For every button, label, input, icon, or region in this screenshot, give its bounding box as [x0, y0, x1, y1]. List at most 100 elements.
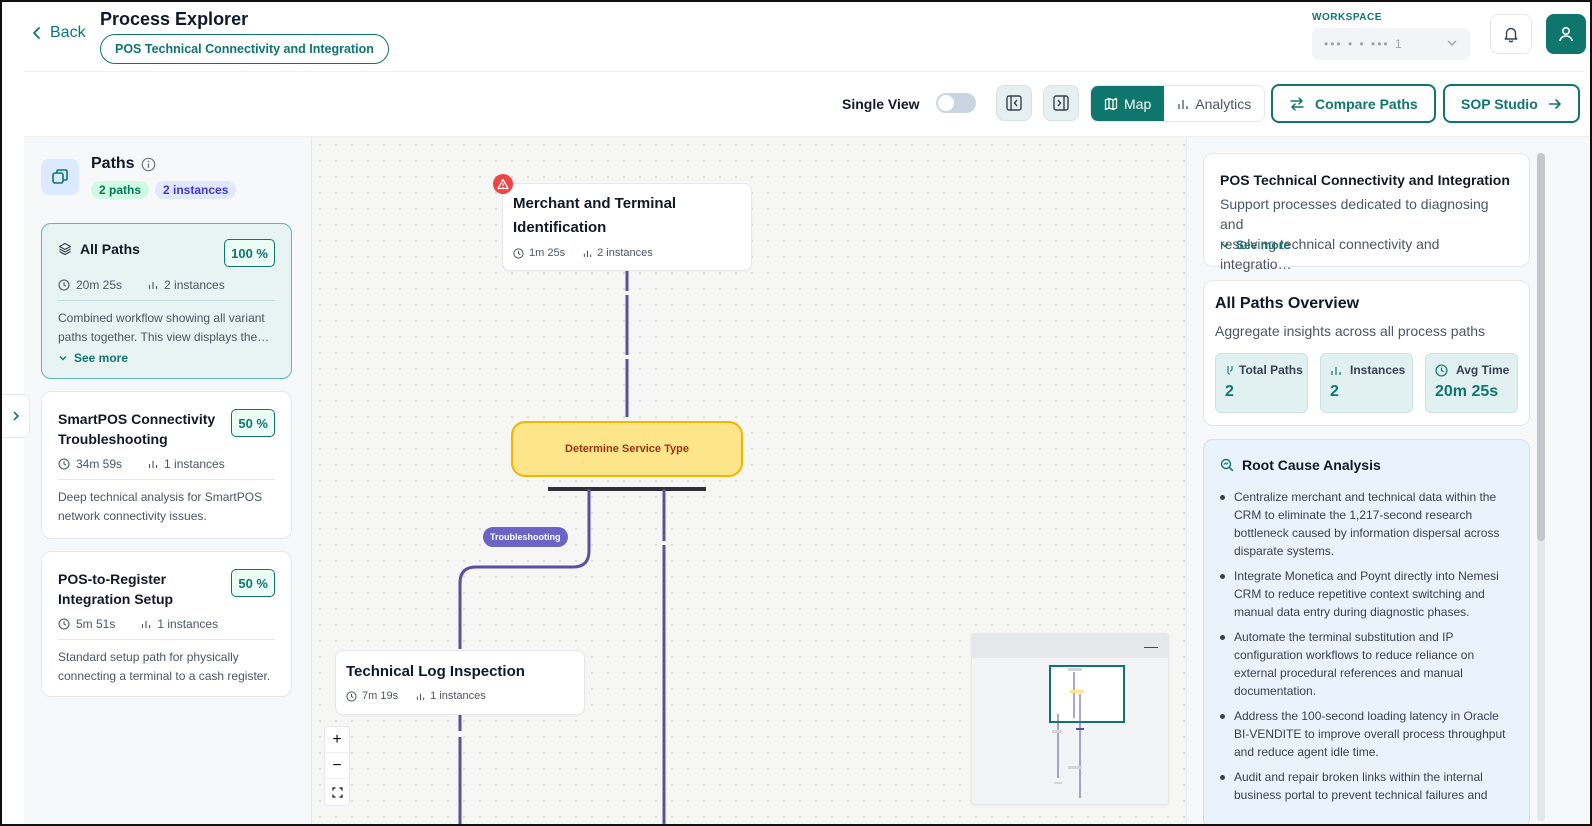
path-card-name: SmartPOS Connectivity Troubleshooting: [58, 409, 215, 449]
workspace-select[interactable]: ••• • • ••• 1: [1312, 28, 1470, 60]
map-view-button[interactable]: Map: [1091, 86, 1165, 121]
rca-title-text: Root Cause Analysis: [1242, 457, 1381, 473]
path-percentage: 50 %: [231, 569, 275, 597]
minimap-preview: [972, 658, 1168, 804]
node-instances: 1 instances: [430, 690, 486, 702]
clock-icon: [513, 247, 524, 259]
stat-value: 2: [1330, 383, 1339, 400]
process-summary-desc: Support processes dedicated to diagnosin…: [1220, 194, 1513, 274]
app-window: Back Process Explorer POS Technical Conn…: [0, 0, 1592, 826]
process-node-merchant-identification[interactable]: Merchant and Terminal Identification 1m …: [502, 183, 752, 271]
path-meta: 34m 59s 1 instances: [58, 457, 225, 471]
branch-icon: [1227, 365, 1233, 375]
card-divider: [58, 300, 275, 301]
info-icon[interactable]: [141, 157, 156, 172]
clock-icon: [58, 458, 70, 470]
map-view-label: Map: [1124, 95, 1152, 112]
bar-chart-icon: [416, 693, 425, 700]
stat-label: Instances: [1330, 363, 1405, 377]
zoom-in-button[interactable]: +: [325, 727, 349, 753]
stat-label: Avg Time: [1435, 363, 1509, 377]
chevron-right-icon: [12, 411, 19, 421]
decision-node-service-type[interactable]: Determine Service Type: [511, 421, 743, 477]
rca-item: Automate the terminal substitution and I…: [1220, 628, 1515, 700]
chevron-down-icon: [1447, 40, 1457, 46]
path-description-line: Deep technical analysis for SmartPOS: [58, 490, 263, 504]
map-icon: [1104, 97, 1118, 110]
overview-subtitle: Aggregate insights across all process pa…: [1215, 323, 1486, 339]
stat-value: 20m 25s: [1435, 383, 1499, 400]
path-description: Combined workflow showing all variant pa…: [58, 309, 275, 347]
see-more-label: See more: [1236, 238, 1291, 252]
path-time: 20m 25s: [76, 278, 123, 292]
rca-item: Centralize merchant and technical data w…: [1220, 488, 1515, 560]
rca-item: Integrate Monetica and Poynt directly in…: [1220, 567, 1515, 621]
node-title: Technical Log Inspection: [346, 663, 525, 680]
root-cause-analysis-card: Root Cause Analysis Centralize merchant …: [1203, 439, 1530, 824]
path-description-line: Standard setup path for physically: [58, 650, 239, 664]
path-percentage: 50 %: [231, 409, 275, 437]
back-button[interactable]: Back: [30, 24, 86, 42]
minimize-minimap-button[interactable]: —: [1144, 638, 1158, 654]
process-node-technical-log-inspection[interactable]: Technical Log Inspection 7m 19s 1 instan…: [335, 650, 585, 715]
path-card-pos-to-register[interactable]: POS-to-Register Integration Setup 50 % 5…: [41, 551, 292, 697]
path-meta: 5m 51s 1 instances: [58, 617, 218, 631]
paths-panel: Paths 2 paths 2 instances All Paths 100 …: [24, 136, 312, 824]
minimap[interactable]: —: [971, 633, 1169, 805]
edge-label-troubleshooting[interactable]: Troubleshooting: [483, 527, 568, 547]
card-divider: [58, 639, 275, 640]
bar-chart-icon: [148, 282, 158, 289]
header-divider: [24, 71, 1584, 72]
path-description: Standard setup path for physically conne…: [58, 648, 275, 686]
details-panel: POS Technical Connectivity and Integrati…: [1186, 136, 1590, 824]
see-more-link[interactable]: See more: [58, 351, 128, 365]
process-map-canvas[interactable]: Merchant and Terminal Identification 1m …: [312, 136, 1186, 824]
single-view-toggle[interactable]: [936, 93, 976, 113]
collapse-left-panel-button[interactable]: [996, 85, 1032, 121]
stat-value: 2: [1225, 383, 1234, 400]
stat-instances: Instances 2: [1320, 353, 1413, 413]
layers-icon: [58, 242, 72, 256]
fit-view-button[interactable]: [325, 779, 349, 805]
see-more-link[interactable]: See more: [1220, 238, 1290, 252]
expand-sidebar-tab[interactable]: [2, 394, 30, 438]
rca-list: Centralize merchant and technical data w…: [1220, 488, 1515, 811]
stat-total-paths: Total Paths 2: [1215, 353, 1308, 413]
collapse-right-panel-button[interactable]: [1043, 85, 1079, 121]
path-time: 5m 51s: [76, 617, 116, 631]
path-card-name-line: POS-to-Register: [58, 571, 167, 587]
user-icon: [1559, 26, 1573, 42]
path-description-line: network connectivity issues.: [58, 509, 207, 523]
analytics-view-button[interactable]: Analytics: [1164, 86, 1265, 121]
warning-icon[interactable]: [493, 174, 513, 194]
notifications-button[interactable]: [1490, 14, 1532, 54]
view-switcher: Map Analytics: [1090, 85, 1266, 122]
chevron-left-icon: [33, 27, 40, 39]
path-instances: 1 instances: [164, 457, 225, 471]
node-time: 1m 25s: [529, 247, 566, 259]
bar-chart-icon: [1331, 366, 1341, 375]
sop-studio-button[interactable]: SOP Studio: [1443, 84, 1580, 123]
compare-paths-label: Compare Paths: [1315, 95, 1418, 112]
path-instances: 1 instances: [157, 617, 219, 631]
card-divider: [58, 479, 275, 480]
node-time: 7m 19s: [362, 690, 399, 702]
scrollbar-thumb[interactable]: [1537, 153, 1545, 541]
path-instances: 2 instances: [164, 278, 225, 292]
path-percentage: 100 %: [224, 239, 275, 267]
path-card-name: All Paths: [80, 241, 140, 257]
user-menu-button[interactable]: [1546, 14, 1586, 54]
compare-paths-button[interactable]: Compare Paths: [1271, 84, 1436, 123]
path-description-line: paths together. This view displays the…: [58, 330, 270, 344]
process-pill[interactable]: POS Technical Connectivity and Integrati…: [100, 34, 389, 64]
zoom-controls: + −: [324, 726, 350, 806]
path-card-all-paths[interactable]: All Paths 100 % 20m 25s 2 instances Comb…: [41, 223, 292, 379]
toggle-knob: [938, 95, 954, 111]
stat-label-text: Total Paths: [1239, 363, 1303, 377]
zoom-out-button[interactable]: −: [325, 753, 349, 779]
minimap-header: —: [972, 634, 1168, 658]
path-card-smartpos[interactable]: SmartPOS Connectivity Troubleshooting 50…: [41, 391, 292, 539]
details-scrollbar[interactable]: [1537, 153, 1545, 821]
fit-view-icon: [331, 786, 343, 798]
see-more-label: See more: [74, 351, 129, 365]
